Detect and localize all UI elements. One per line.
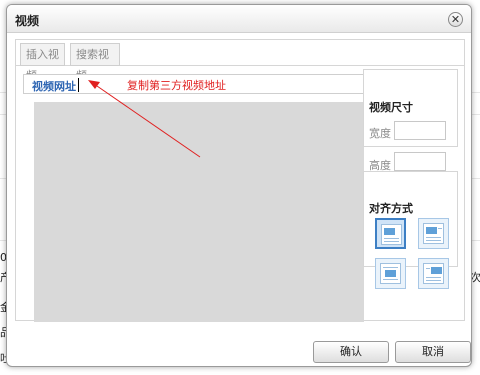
- align-right-icon[interactable]: [418, 258, 449, 289]
- cancel-button[interactable]: 取消: [395, 341, 471, 363]
- dialog-titlebar[interactable]: 视频 ✕: [7, 5, 471, 33]
- video-dialog: 视频 ✕ 插入视频 搜索视频 视频网址 复制第三方视频地址 视频尺寸 宽度 高度…: [6, 4, 472, 367]
- dialog-title: 视频: [15, 14, 40, 28]
- align-center-icon[interactable]: [375, 258, 406, 289]
- video-size-legend: 视频尺寸: [367, 99, 415, 115]
- video-url-label: 视频网址: [32, 80, 76, 93]
- height-input[interactable]: [394, 152, 446, 171]
- annotation-text: 复制第三方视频地址: [127, 79, 226, 92]
- tab-bar: 插入视频 搜索视频: [16, 40, 464, 82]
- width-input[interactable]: [394, 121, 446, 140]
- width-label: 宽度: [369, 127, 391, 140]
- text-caret: [78, 78, 79, 92]
- confirm-button[interactable]: 确认: [313, 341, 389, 363]
- tab-search-video[interactable]: 搜索视频: [70, 43, 120, 82]
- alignment-legend: 对齐方式: [367, 200, 415, 216]
- align-none-icon[interactable]: [375, 218, 406, 249]
- tab-insert-video[interactable]: 插入视频: [20, 43, 65, 82]
- close-icon[interactable]: ✕: [448, 12, 463, 27]
- align-left-icon[interactable]: [418, 218, 449, 249]
- video-preview-area: [34, 102, 364, 322]
